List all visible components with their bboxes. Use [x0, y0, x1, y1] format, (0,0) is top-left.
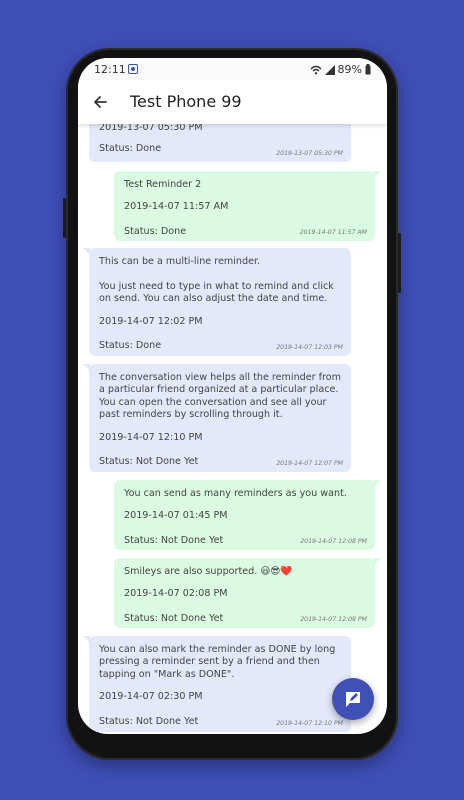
message-timestamp: 2019-14-07 12:03 PM [276, 343, 343, 351]
message-status: Status: Done [99, 143, 162, 154]
signal-icon [324, 64, 335, 75]
message-timestamp: 2019-14-07 11:57 AM [299, 228, 367, 236]
message-bubble[interactable]: You can send as many reminders as you wa… [114, 480, 381, 550]
message-bubble[interactable]: The conversation view helps all the remi… [83, 364, 351, 472]
arrow-back-icon [94, 96, 107, 108]
status-icons: 89% [310, 63, 371, 76]
message-text: You can send as many reminders as you wa… [124, 488, 347, 499]
message-date: 2019-13-07 05:30 PM [99, 124, 203, 133]
conversation-list[interactable]: 2019-13-07 05:30 PM Status: Done 2019-13… [78, 124, 387, 734]
message-date: 2019-14-07 11:57 AM [124, 201, 229, 213]
message-bubble[interactable]: Test Reminder 2 2019-14-07 11:57 AM Stat… [114, 171, 381, 241]
screen: 12:11 89% Test Phone 99 2019-13-07 05:30… [78, 58, 387, 734]
message-timestamp: 2019-14-07 12:08 PM [300, 537, 367, 545]
power-button [398, 233, 401, 293]
message-timestamp: 2019-14-07 12:07 PM [276, 459, 343, 467]
message-bubble[interactable]: This can be a multi-line reminder. You j… [83, 248, 351, 356]
status-bar: 12:11 89% [78, 58, 387, 80]
message-date: 2019-14-07 02:30 PM [99, 691, 203, 703]
message-bubble[interactable]: You can also mark the reminder as DONE b… [83, 636, 351, 732]
volume-button [63, 198, 66, 238]
message-timestamp: 2019-14-07 12:09 PM [300, 615, 367, 623]
message-date: 2019-14-07 01:45 PM [124, 510, 228, 522]
message-text: You can also mark the reminder as DONE b… [99, 644, 339, 680]
message-bubble[interactable]: 2019-13-07 05:30 PM Status: Done 2019-13… [89, 124, 351, 162]
compose-icon [346, 692, 360, 707]
app-bar: Test Phone 99 [78, 80, 387, 124]
message-date: 2019-14-07 02:08 PM [124, 588, 228, 600]
message-timestamp: 2019-13-07 05:30 PM [276, 149, 343, 157]
message-text: Test Reminder 2 [124, 179, 202, 190]
battery-percent: 89% [337, 63, 362, 76]
message-text: The conversation view helps all the remi… [99, 372, 345, 421]
message-text: This can be a multi-line reminder. You j… [99, 256, 334, 305]
message-text: Smileys are also supported. 😃😎❤️ [124, 566, 293, 577]
notification-icon [128, 64, 138, 74]
compose-button[interactable] [332, 678, 374, 720]
message-date: 2019-14-07 12:02 PM [99, 315, 203, 327]
message-date: 2019-14-07 12:10 PM [99, 431, 203, 443]
back-button[interactable] [88, 90, 112, 114]
page-title: Test Phone 99 [130, 92, 242, 111]
battery-icon [365, 64, 371, 75]
clock: 12:11 [94, 63, 126, 76]
wifi-icon [310, 65, 322, 74]
message-timestamp: 2019-14-07 12:10 PM [276, 719, 343, 727]
message-bubble[interactable]: Smileys are also supported. 😃😎❤️ 2019-14… [114, 558, 381, 628]
